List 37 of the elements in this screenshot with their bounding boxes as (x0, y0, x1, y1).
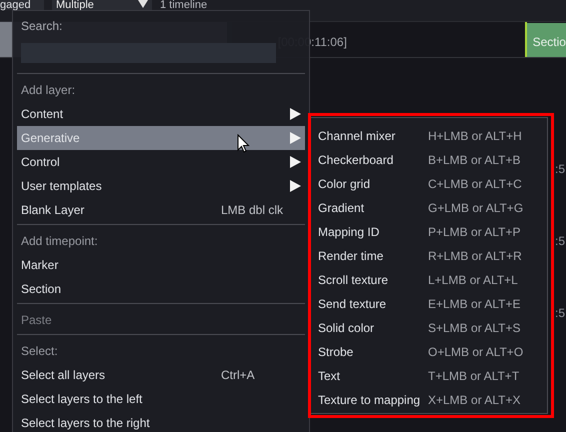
menu-item[interactable]: Render time R+LMB or ALT+R (311, 244, 547, 268)
submenu-arrow-icon (290, 132, 301, 144)
menu-item[interactable]: Color grid C+LMB or ALT+C (311, 172, 547, 196)
mode-label: gaged (0, 0, 44, 10)
menu-item[interactable]: Gradient G+LMB or ALT+G (311, 196, 547, 220)
submenu-arrow-icon (290, 156, 301, 168)
menu-item[interactable]: Channel mixer H+LMB or ALT+H (311, 124, 547, 148)
menu-item[interactable]: Scroll texture L+LMB or ALT+L (311, 268, 547, 292)
section-header: Select: (20, 343, 59, 360)
menu-item[interactable]: Mapping ID P+LMB or ALT+P (311, 220, 547, 244)
menu-item[interactable]: Select layers to the left (17, 387, 305, 411)
menu-item[interactable]: Checkerboard B+LMB or ALT+B (311, 148, 547, 172)
section-header: Add timepoint: (20, 233, 99, 250)
section-header: Add layer: (20, 82, 76, 99)
menu-item[interactable]: Select all layers Ctrl+A (17, 363, 305, 387)
menu-item[interactable]: Texture to mapping X+LMB or ALT+X (311, 388, 547, 412)
menu-item[interactable]: User templates (17, 174, 305, 198)
search-label: Search: (20, 18, 64, 35)
time-label: :5 (555, 233, 566, 250)
time-label: :5 (555, 161, 566, 178)
menu-item[interactable]: Solid color S+LMB or ALT+S (311, 316, 547, 340)
mode-dropdown[interactable]: Multiple (52, 0, 152, 10)
menu-item[interactable]: Marker (17, 253, 305, 277)
menu-item[interactable]: Control (17, 150, 305, 174)
time-label: :5 (555, 305, 566, 322)
menu-item[interactable]: Text T+LMB or ALT+T (311, 364, 547, 388)
menu-item[interactable]: Content (17, 102, 305, 126)
menu-item[interactable]: Send texture E+LMB or ALT+E (311, 292, 547, 316)
menu-item[interactable]: Strobe O+LMB or ALT+O (311, 340, 547, 364)
submenu-arrow-icon (290, 108, 301, 120)
caret-icon (138, 0, 148, 8)
menu-item[interactable]: Section (17, 277, 305, 301)
submenu-arrow-icon (290, 180, 301, 192)
timeline-count: 1 timeline (160, 0, 208, 10)
menu-item[interactable]: Blank Layer LMB dbl clk (17, 198, 305, 222)
menu-item[interactable]: Select layers to the right (17, 411, 305, 432)
mouse-cursor-icon (237, 134, 250, 153)
